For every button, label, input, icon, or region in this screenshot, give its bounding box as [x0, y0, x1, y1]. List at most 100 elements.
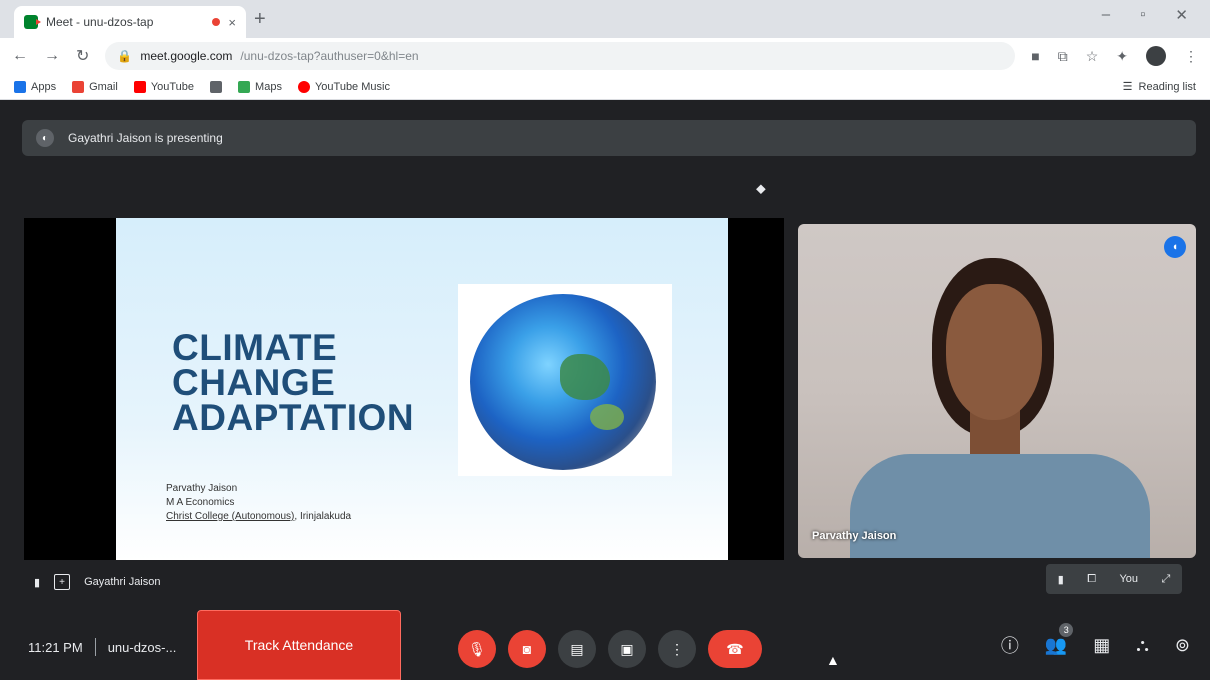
camera-off-icon: ◙ — [522, 641, 532, 657]
recording-dot-icon — [212, 18, 221, 26]
side-controls: ⓘ 👥 3 ▦ ⛬ ⊚ — [1001, 622, 1190, 658]
slide-title: CLIMATE CHANGE ADAPTATION — [172, 327, 415, 438]
clock-time: 11:21 PM — [28, 639, 83, 655]
back-icon[interactable]: ← — [12, 47, 28, 65]
slide-college: Christ College (Autonomous) — [166, 511, 295, 522]
lock-icon: 🔒 — [117, 49, 133, 63]
mouse-cursor-icon: ▲ — [826, 652, 840, 668]
camera-off-button[interactable]: ◙ — [508, 630, 546, 668]
star-icon[interactable]: ☆ — [1086, 48, 1099, 65]
globe-image — [458, 284, 672, 476]
address-bar: ← → ↻ 🔒 meet.google.com/unu-dzos-tap?aut… — [0, 38, 1210, 74]
expand-icon[interactable]: ⤢ — [1161, 573, 1170, 586]
speaking-indicator-icon: ◖ — [1164, 236, 1186, 258]
youtube-icon — [133, 80, 146, 93]
window-controls: – ▫ ✕ — [1102, 6, 1188, 24]
slide-college-line: Christ College (Autonomous), Irinjalakud… — [166, 510, 351, 524]
new-tab-button[interactable]: + — [254, 8, 266, 31]
shared-slide: CLIMATE CHANGE ADAPTATION Parvathy Jaiso… — [116, 218, 728, 560]
participant-body — [850, 454, 1150, 558]
profile-avatar[interactable] — [1146, 46, 1166, 66]
url-input[interactable]: 🔒 meet.google.com/unu-dzos-tap?authuser=… — [105, 42, 1016, 70]
leave-call-button[interactable]: ☎ — [708, 630, 762, 668]
bookmark-youtube-music[interactable]: YouTube Music — [297, 80, 390, 93]
mic-off-icon: 🎙 — [468, 640, 486, 657]
tab-close-icon[interactable]: × — [228, 15, 236, 30]
slide-title-line-1: CLIMATE — [172, 327, 338, 368]
bookmark-icon — [210, 80, 223, 93]
slide-course: M A Economics — [166, 497, 235, 508]
youtube-music-icon — [297, 80, 310, 93]
gmail-icon — [72, 80, 85, 93]
more-options-button[interactable]: ⋮ — [658, 630, 696, 668]
people-button[interactable]: 👥 3 — [1044, 622, 1074, 656]
earth-globe — [470, 294, 656, 470]
host-controls-icon[interactable]: ⊚ — [1175, 635, 1190, 656]
captions-icon: ▤ — [570, 640, 584, 657]
maximize-icon[interactable]: ▫ — [1140, 6, 1145, 24]
url-host: meet.google.com — [140, 49, 233, 63]
more-vert-icon: ⋮ — [670, 640, 684, 657]
browser-tab-bar: Meet - unu-dzos-tap × + – ▫ ✕ — [0, 0, 1210, 38]
frame-icon[interactable]: ⧠ — [1087, 573, 1096, 586]
reading-list-icon: ☰ — [1122, 81, 1133, 93]
globe-land-2 — [590, 404, 624, 430]
divider — [94, 638, 96, 656]
forward-icon[interactable]: → — [44, 47, 60, 65]
pin-icon[interactable]: ⬥ — [756, 180, 766, 197]
tab-title: Meet - unu-dzos-tap — [46, 15, 154, 29]
present-now-button[interactable]: ▣ — [608, 630, 646, 668]
slide-location: , Irinjalakuda — [294, 511, 352, 522]
participants-count: 3 — [1059, 622, 1074, 637]
bookmark-maps[interactable]: Maps — [238, 80, 282, 93]
activities-icon[interactable]: ⛬ — [1136, 635, 1149, 656]
menu-icon[interactable]: ⋮ — [1184, 48, 1198, 65]
presenting-text: Gayathri Jaison is presenting — [68, 131, 223, 145]
bookmark-unknown[interactable] — [210, 80, 223, 93]
minimize-icon[interactable]: – — [1102, 6, 1110, 24]
presenting-banner: ◐ Gayathri Jaison is presenting — [22, 120, 1196, 156]
slide-author: Parvathy Jaison — [166, 483, 238, 494]
bookmark-apps[interactable]: Apps — [14, 80, 56, 93]
track-attendance-button[interactable]: Track Attendance — [197, 610, 401, 680]
reload-icon[interactable]: ↻ — [76, 46, 89, 66]
meet-favicon-icon — [24, 15, 41, 29]
participant-tile[interactable]: ◖ Parvathy Jaison — [798, 224, 1196, 558]
apps-icon — [14, 80, 26, 93]
tile-toolbar: ▮ ⧠ You ⤢ — [1046, 564, 1182, 594]
participant-name: Parvathy Jaison — [812, 530, 897, 542]
call-controls: 🎙 ◙ ▤ ▣ ⋮ ☎ — [458, 630, 762, 668]
bookmark-youtube[interactable]: YouTube — [133, 80, 194, 93]
chat-icon[interactable]: ▦ — [1093, 635, 1110, 656]
pin-tile-icon[interactable]: ▮ — [1058, 573, 1064, 586]
info-icon[interactable]: ⓘ — [1001, 632, 1019, 658]
close-window-icon[interactable]: ✕ — [1175, 6, 1188, 24]
toolbar-icons: ■ ⧉ ☆ ✦ ⋮ — [1031, 46, 1198, 66]
slide-author-info: Parvathy Jaison M A Economics Christ Col… — [166, 482, 351, 524]
meeting-code[interactable]: unu-dzos-... — [108, 640, 177, 655]
presenter-name: Gayathri Jaison — [84, 576, 161, 588]
present-screen-icon: ◐ — [36, 129, 54, 147]
share-icon[interactable]: ⧉ — [1058, 48, 1068, 65]
url-path: /unu-dzos-tap?authuser=0&hl=en — [240, 49, 419, 63]
present-icon: ▣ — [620, 640, 634, 657]
bookmark-gmail[interactable]: Gmail — [72, 80, 118, 93]
mic-off-button[interactable]: 🎙 — [458, 630, 496, 668]
browser-tab-meet[interactable]: Meet - unu-dzos-tap × — [14, 6, 246, 38]
reading-list[interactable]: ☰ Reading list — [1122, 80, 1196, 94]
fullscreen-presentation-icon[interactable]: + — [54, 574, 71, 590]
camera-icon[interactable]: ■ — [1031, 48, 1039, 64]
participant-face — [946, 284, 1042, 420]
pin-presenter-icon[interactable]: ▮ — [34, 576, 40, 589]
you-label: You — [1119, 573, 1139, 585]
extensions-icon[interactable]: ✦ — [1116, 48, 1128, 65]
globe-land-1 — [560, 354, 610, 400]
end-call-icon: ☎ — [726, 640, 744, 657]
slide-title-line-3: ADAPTATION — [172, 397, 415, 438]
bookmarks-bar: Apps Gmail YouTube Maps YouTube Music ☰ R… — [0, 74, 1210, 100]
people-icon: 👥 — [1044, 634, 1068, 655]
captions-button[interactable]: ▤ — [558, 630, 596, 668]
maps-icon — [238, 80, 251, 93]
presentation-stage: CLIMATE CHANGE ADAPTATION Parvathy Jaiso… — [24, 218, 784, 560]
meeting-info: 11:21 PM unu-dzos-... — [28, 638, 176, 656]
